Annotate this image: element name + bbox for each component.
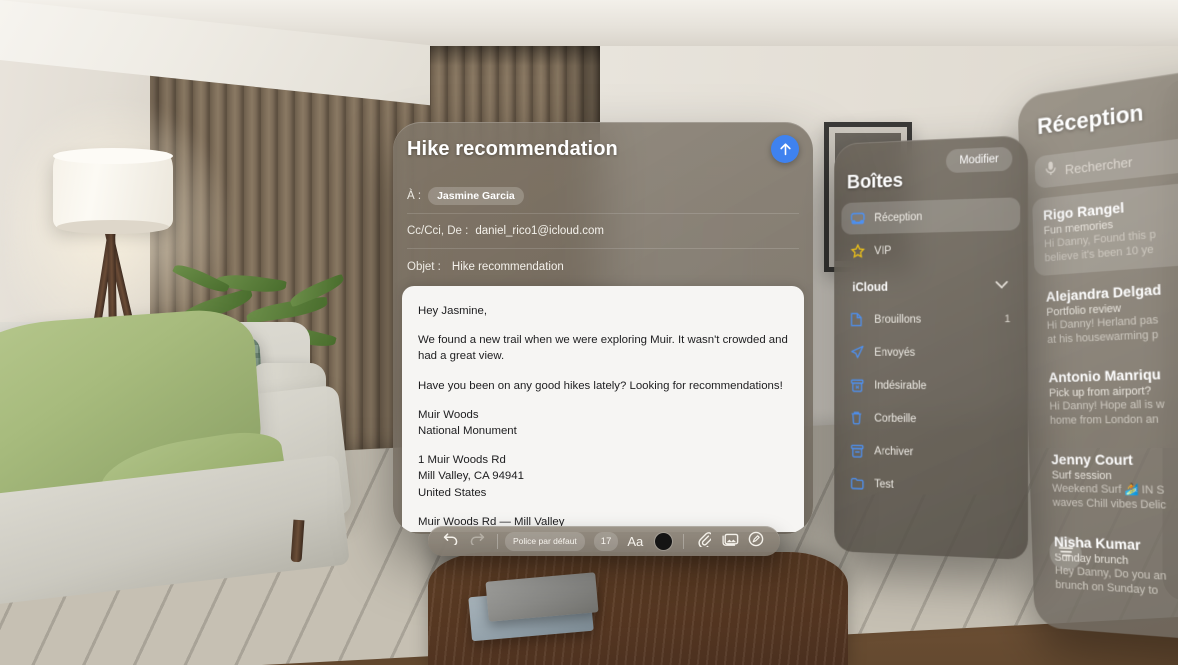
unread-count: 1 (1004, 312, 1011, 325)
chevron-down-icon[interactable] (995, 276, 1009, 294)
sidebar-item-label: Réception (874, 210, 923, 224)
sidebar-title: Boîtes (846, 169, 903, 194)
insert-photo-button[interactable] (717, 530, 743, 552)
star-icon (851, 244, 871, 259)
inbox-title: Réception (1036, 99, 1144, 140)
sidebar-item-archiver[interactable]: Archiver (841, 434, 1020, 470)
toolbar-divider (683, 533, 685, 549)
section-icloud[interactable]: iCloud (841, 268, 1020, 304)
redo-button[interactable] (464, 530, 490, 552)
message-preview-line: waves Chill vibes Delic (1052, 496, 1167, 512)
send-button[interactable] (771, 135, 799, 163)
sidebar-item-label: Test (874, 478, 894, 491)
text-style-button[interactable]: Aa (627, 534, 643, 549)
message-subject: Pick up from airport? (1048, 385, 1152, 400)
to-field-row[interactable]: À : Jasmine Garcia (407, 179, 799, 214)
subject-field-row[interactable]: Objet : Hike recommendation (407, 249, 799, 284)
sidebar-item-label: Brouillons (874, 313, 922, 326)
cc-label: Cc/Cci, De : (407, 225, 469, 237)
list-item[interactable]: Alejandra Delgad Portfolio review Hi Dan… (1035, 264, 1178, 357)
sidebar-item-test[interactable]: Test (841, 467, 1020, 505)
body-place-line-2: National Monument (418, 424, 517, 437)
sidebar-item-label: Envoyés (874, 346, 916, 359)
text-color-swatch[interactable] (655, 532, 673, 550)
inbox-panel[interactable]: Réception Rechercher Rigo Rangel Fun mem… (1017, 61, 1178, 646)
compose-window[interactable]: Hike recommendation À : Jasmine Garcia C… (393, 122, 813, 534)
page-title: Hike recommendation (407, 138, 618, 160)
sidebar-item-label: Corbeille (874, 412, 917, 425)
archive-box-icon (851, 444, 871, 458)
junk-bin-icon (851, 378, 871, 392)
message-preview-line: Hi Danny! Hope all is w (1049, 398, 1165, 414)
photo-library-icon (722, 532, 739, 551)
message-sender: Antonio Manriqu (1048, 366, 1162, 386)
trash-icon (851, 410, 871, 425)
markup-pencil-icon (748, 531, 764, 552)
recipient-chip[interactable]: Jasmine Garcia (428, 187, 524, 205)
markup-button[interactable] (743, 530, 769, 552)
subject-value: Hike recommendation (451, 260, 564, 273)
sidebar-item-vip[interactable]: VIP (841, 231, 1020, 267)
sidebar-item-indesirable[interactable]: Indésirable (841, 369, 1020, 403)
floor-lamp-shade (53, 148, 173, 234)
body-greeting: Hey Jasmine, (418, 305, 488, 317)
from-address: daniel_rico1@icloud.com (475, 225, 604, 237)
vr-passthrough-screen: Réception Rechercher Rigo Rangel Fun mem… (0, 0, 1178, 665)
body-place-line-1: Muir Woods (418, 408, 479, 421)
list-item[interactable]: Rigo Rangel Fun memories Hi Danny, Found… (1032, 175, 1178, 277)
message-preview-line: home from London an (1049, 413, 1159, 428)
body-paragraph-1: We found a new trail when we were explor… (418, 334, 788, 363)
draft-document-icon (851, 312, 871, 327)
sidebar-item-label: Indésirable (874, 379, 927, 392)
undo-arrow-icon (443, 532, 459, 550)
sidebar-item-corbeille[interactable]: Corbeille (841, 402, 1020, 437)
list-item[interactable]: Jenny Court Surf session Weekend Surf 🏄 … (1040, 442, 1178, 527)
filter-lines-icon (1057, 544, 1073, 563)
search-placeholder: Rechercher (1064, 153, 1133, 177)
edit-button[interactable]: Modifier (946, 146, 1013, 174)
list-item[interactable]: Antonio Manriqu Pick up from airport? Hi… (1037, 353, 1178, 438)
microphone-icon (1045, 160, 1056, 181)
message-sender: Jenny Court (1050, 451, 1134, 469)
paper-plane-icon (851, 345, 871, 359)
folder-icon (851, 477, 871, 490)
search-field[interactable]: Rechercher (1034, 131, 1178, 189)
section-label: iCloud (852, 280, 888, 295)
formatting-toolbar[interactable]: Police par défaut 17 Aa (428, 526, 780, 556)
arrow-up-icon (779, 142, 792, 156)
font-size-selector[interactable]: 17 (593, 531, 619, 551)
cc-field-row[interactable]: Cc/Cci, De : daniel_rico1@icloud.com (407, 214, 799, 249)
to-label: À : (407, 190, 422, 202)
toolbar-divider (497, 533, 498, 549)
attach-file-button[interactable] (691, 530, 717, 552)
body-address-line-1: 1 Muir Woods Rd (418, 454, 506, 467)
font-family-selector[interactable]: Police par défaut (505, 531, 585, 551)
paperclip-icon (698, 531, 713, 552)
mailboxes-sidebar[interactable]: Modifier Boîtes Réception VIP iCloud Bro… (834, 135, 1028, 560)
message-body-editor[interactable]: Hey Jasmine, We found a new trail when w… (402, 286, 804, 532)
subject-label: Objet : (407, 260, 441, 273)
sidebar-item-label: VIP (874, 244, 892, 257)
body-address-line-2: Mill Valley, CA 94941 (418, 470, 524, 483)
body-paragraph-2: Have you been on any good hikes lately? … (418, 379, 783, 392)
sidebar-item-label: Archiver (874, 445, 914, 458)
sidebar-item-envoyes[interactable]: Envoyés (841, 336, 1020, 369)
redo-arrow-icon (469, 532, 485, 550)
sidebar-item-reception[interactable]: Réception (841, 197, 1021, 235)
undo-button[interactable] (438, 530, 464, 552)
mailbox-list[interactable]: Réception VIP iCloud Brouillons 1 Envoyé… (841, 197, 1021, 505)
sidebar-item-brouillons[interactable]: Brouillons 1 (841, 302, 1020, 335)
body-address-line-3: United States (418, 486, 487, 499)
inbox-tray-icon (851, 211, 871, 225)
